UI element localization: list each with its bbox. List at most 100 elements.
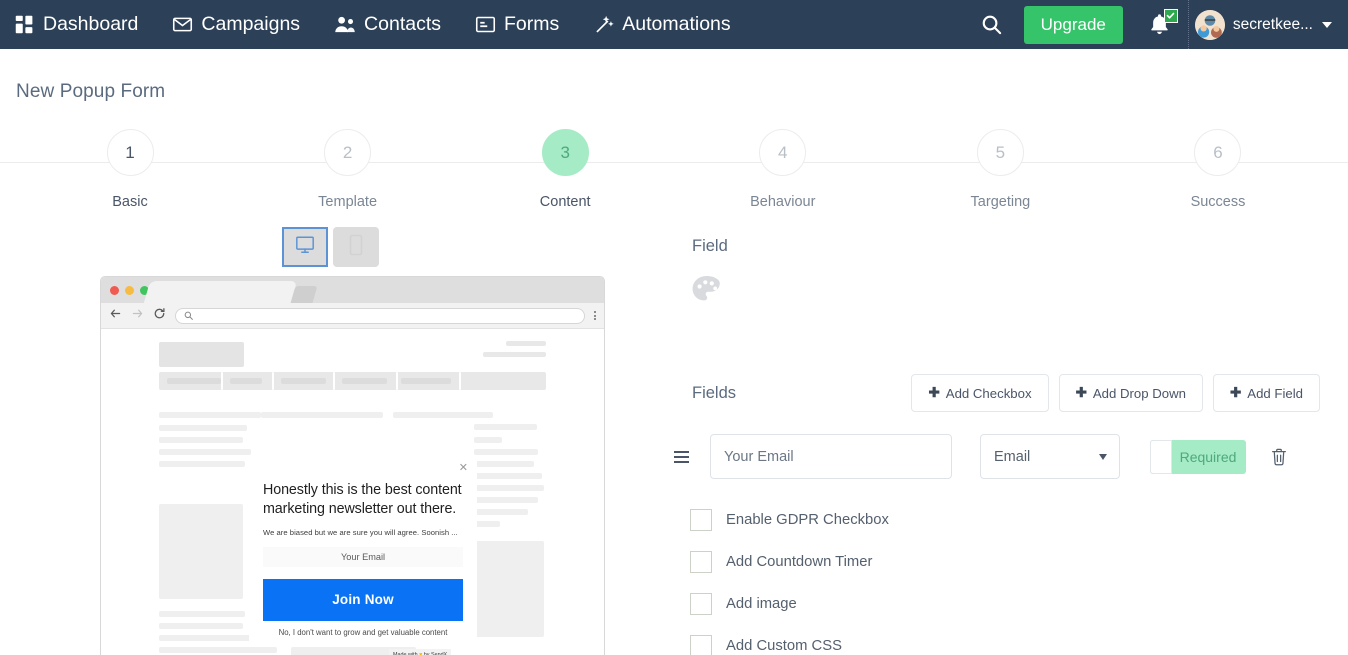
skeleton-divider: [333, 372, 335, 390]
search-icon[interactable]: [969, 2, 1015, 48]
skeleton-line: [393, 412, 493, 418]
reload-icon[interactable]: [153, 307, 166, 325]
notifications-button[interactable]: [1134, 2, 1186, 48]
add-checkbox-button[interactable]: ✚ Add Checkbox: [911, 374, 1048, 412]
settings-panel: Field Fields ✚ Add Checkbox: [680, 227, 1348, 655]
checkbox-box[interactable]: [690, 635, 712, 655]
skeleton-line: [474, 509, 528, 515]
step-label: Basic: [90, 194, 170, 210]
navbar-actions: Upgrade: [969, 0, 1336, 49]
nav-item-dashboard[interactable]: Dashboard: [14, 13, 155, 36]
close-icon[interactable]: ✕: [459, 463, 468, 474]
field-type-wrapper: Email: [980, 434, 1120, 479]
options-checkbox-list: Enable GDPR Checkbox Add Countdown Timer…: [690, 509, 1320, 655]
plus-icon: ✚: [1076, 385, 1087, 401]
skeleton-line: [159, 647, 277, 653]
nav-item-forms[interactable]: Forms: [475, 13, 576, 36]
nav-item-automations[interactable]: Automations: [593, 13, 747, 36]
popup-submit-button[interactable]: Join Now: [263, 579, 463, 621]
skeleton-line: [159, 425, 247, 431]
toggle-knob: [1150, 440, 1172, 474]
browser-toolbar: [101, 303, 604, 329]
add-field-button[interactable]: ✚ Add Field: [1213, 374, 1320, 412]
skeleton-logo: [159, 342, 244, 367]
user-menu[interactable]: secretkee...: [1195, 10, 1336, 40]
option-add-custom-css[interactable]: Add Custom CSS: [690, 635, 1320, 655]
required-toggle[interactable]: Required: [1150, 440, 1246, 474]
step-number: 4: [759, 129, 806, 176]
check-badge-icon: [1164, 9, 1178, 23]
page-title: New Popup Form: [0, 49, 1348, 103]
kebab-menu-icon[interactable]: [594, 311, 596, 320]
step-label: Success: [1178, 194, 1258, 210]
device-mobile-button[interactable]: [333, 227, 379, 267]
nav-label: Automations: [622, 13, 730, 36]
skeleton-nav-item: [342, 378, 387, 384]
form-icon: [475, 14, 496, 35]
trash-icon[interactable]: [1270, 447, 1288, 467]
skeleton-line: [474, 497, 538, 503]
skeleton-divider: [459, 372, 461, 390]
browser-preview-mockup: ✕ Honestly this is the best content mark…: [100, 276, 605, 655]
option-add-image[interactable]: Add image: [690, 593, 1320, 615]
skeleton-divider: [272, 372, 274, 390]
search-icon: [184, 307, 193, 325]
skeleton-line: [159, 449, 251, 455]
device-desktop-button[interactable]: [282, 227, 328, 267]
popup-heading: Honestly this is the best content market…: [263, 481, 463, 519]
browser-address-bar[interactable]: [175, 308, 585, 324]
button-label: Add Checkbox: [946, 386, 1032, 401]
sendx-branding-badge: Made with ♥ by SendX: [389, 649, 451, 655]
step-template[interactable]: 2 Template: [308, 129, 388, 210]
skeleton-line: [159, 461, 245, 467]
close-window-icon: [110, 286, 119, 295]
field-type-select[interactable]: Email: [980, 434, 1120, 479]
avatar: [1195, 10, 1225, 40]
skeleton-line: [474, 473, 542, 479]
arrow-left-icon[interactable]: [109, 307, 122, 325]
checkbox-box[interactable]: [690, 509, 712, 531]
button-label: Add Drop Down: [1093, 386, 1186, 401]
step-number: 2: [324, 129, 371, 176]
field-section-label: Field: [692, 237, 1320, 256]
step-targeting[interactable]: 5 Targeting: [960, 129, 1040, 210]
step-content[interactable]: 3 Content: [525, 129, 605, 210]
step-label: Targeting: [960, 194, 1040, 210]
skeleton-line: [474, 485, 544, 491]
color-palette-icon: [690, 293, 724, 310]
skeleton-nav-item: [281, 378, 326, 384]
field-name-input[interactable]: [710, 434, 952, 479]
step-number: 1: [107, 129, 154, 176]
option-countdown-timer[interactable]: Add Countdown Timer: [690, 551, 1320, 573]
skeleton-divider: [396, 372, 398, 390]
primary-nav: Dashboard Campaigns Contacts: [14, 13, 765, 36]
nav-item-contacts[interactable]: Contacts: [334, 13, 458, 36]
step-number: 3: [542, 129, 589, 176]
popup-subheading: We are biased but we are sure you will a…: [263, 528, 463, 537]
color-palette-button[interactable]: [690, 274, 724, 311]
step-label: Behaviour: [743, 194, 823, 210]
skeleton-nav-item: [230, 378, 262, 384]
content-area: ✕ Honestly this is the best content mark…: [0, 227, 1348, 655]
skeleton-nav-item: [167, 378, 221, 384]
nav-item-campaigns[interactable]: Campaigns: [172, 13, 317, 36]
step-basic[interactable]: 1 Basic: [90, 129, 170, 210]
option-label: Enable GDPR Checkbox: [726, 512, 889, 528]
popup-decline-link[interactable]: No, I don't want to grow and get valuabl…: [263, 628, 463, 637]
step-success[interactable]: 6 Success: [1178, 129, 1258, 210]
option-gdpr-checkbox[interactable]: Enable GDPR Checkbox: [690, 509, 1320, 531]
fields-actions: ✚ Add Checkbox ✚ Add Drop Down ✚ Add Fie…: [911, 374, 1320, 412]
mobile-icon: [348, 234, 364, 261]
add-dropdown-button[interactable]: ✚ Add Drop Down: [1059, 374, 1203, 412]
step-behaviour[interactable]: 4 Behaviour: [743, 129, 823, 210]
popup-email-input[interactable]: Your Email: [263, 547, 463, 567]
skeleton-line: [474, 521, 500, 527]
upgrade-button[interactable]: Upgrade: [1024, 6, 1123, 44]
arrow-right-icon: [131, 307, 144, 325]
skeleton-line: [159, 412, 261, 418]
checkbox-box[interactable]: [690, 593, 712, 615]
fields-header: Fields ✚ Add Checkbox ✚ Add Drop Down ✚ …: [690, 374, 1320, 412]
checkbox-box[interactable]: [690, 551, 712, 573]
skeleton-line: [159, 623, 243, 629]
grid-icon: [14, 14, 35, 35]
